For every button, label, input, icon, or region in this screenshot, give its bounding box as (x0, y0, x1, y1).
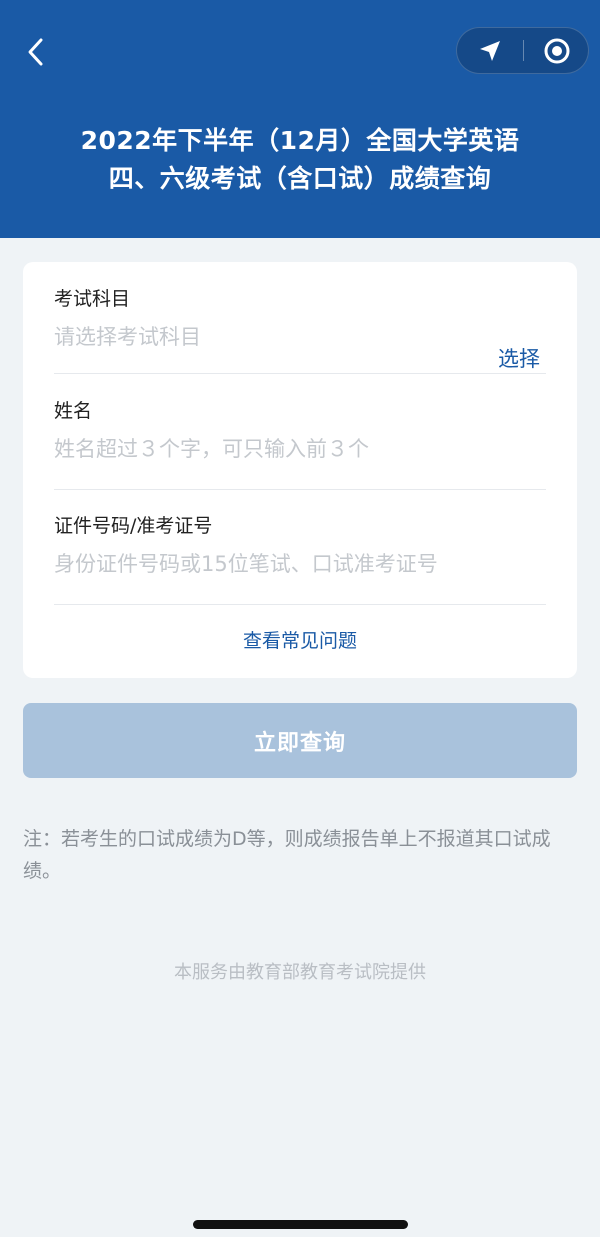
page-title-line1: 2022年下半年（12月）全国大学英语 (80, 126, 520, 155)
subject-select[interactable]: 请选择考试科目 (54, 322, 474, 352)
id-number-label: 证件号码/准考证号 (54, 515, 213, 537)
mini-program-capsule (456, 27, 589, 74)
page-title-line2: 四、六级考试（含口试）成绩查询 (108, 164, 492, 193)
id-number-field: 证件号码/准考证号 (54, 513, 546, 579)
back-button[interactable] (18, 30, 54, 74)
id-number-input[interactable] (54, 549, 534, 579)
name-label: 姓名 (54, 400, 93, 422)
chevron-left-icon (28, 38, 43, 66)
query-form-card: 考试科目 请选择考试科目 选择 姓名 证件号码/准考证号 查看常见问题 (23, 262, 577, 678)
subject-field: 考试科目 请选择考试科目 选择 (54, 286, 546, 371)
location-arrow-icon (480, 40, 500, 61)
footer-text: 本服务由教育部教育考试院提供 (174, 962, 426, 983)
home-indicator[interactable] (193, 1220, 408, 1229)
subject-label: 考试科目 (54, 288, 131, 310)
name-field: 姓名 (54, 398, 546, 464)
page-title: 2022年下半年（12月）全国大学英语 四、六级考试（含口试）成绩查询 (0, 122, 600, 198)
field-divider (54, 604, 546, 605)
close-mini-program-button[interactable] (524, 28, 590, 73)
location-button[interactable] (457, 28, 523, 73)
faq-link[interactable]: 查看常见问题 (23, 626, 577, 653)
note-text: 注：若考生的口试成绩为D等，则成绩报告单上不报道其口试成绩。 (23, 828, 551, 882)
name-input[interactable] (54, 434, 474, 464)
record-circle-icon (544, 38, 570, 63)
field-divider (54, 489, 546, 490)
submit-query-button[interactable]: 立即查询 (23, 703, 577, 778)
select-subject-button[interactable]: 选择 (498, 343, 540, 373)
field-divider (54, 373, 546, 374)
header-bar: 2022年下半年（12月）全国大学英语 四、六级考试（含口试）成绩查询 (0, 0, 600, 238)
